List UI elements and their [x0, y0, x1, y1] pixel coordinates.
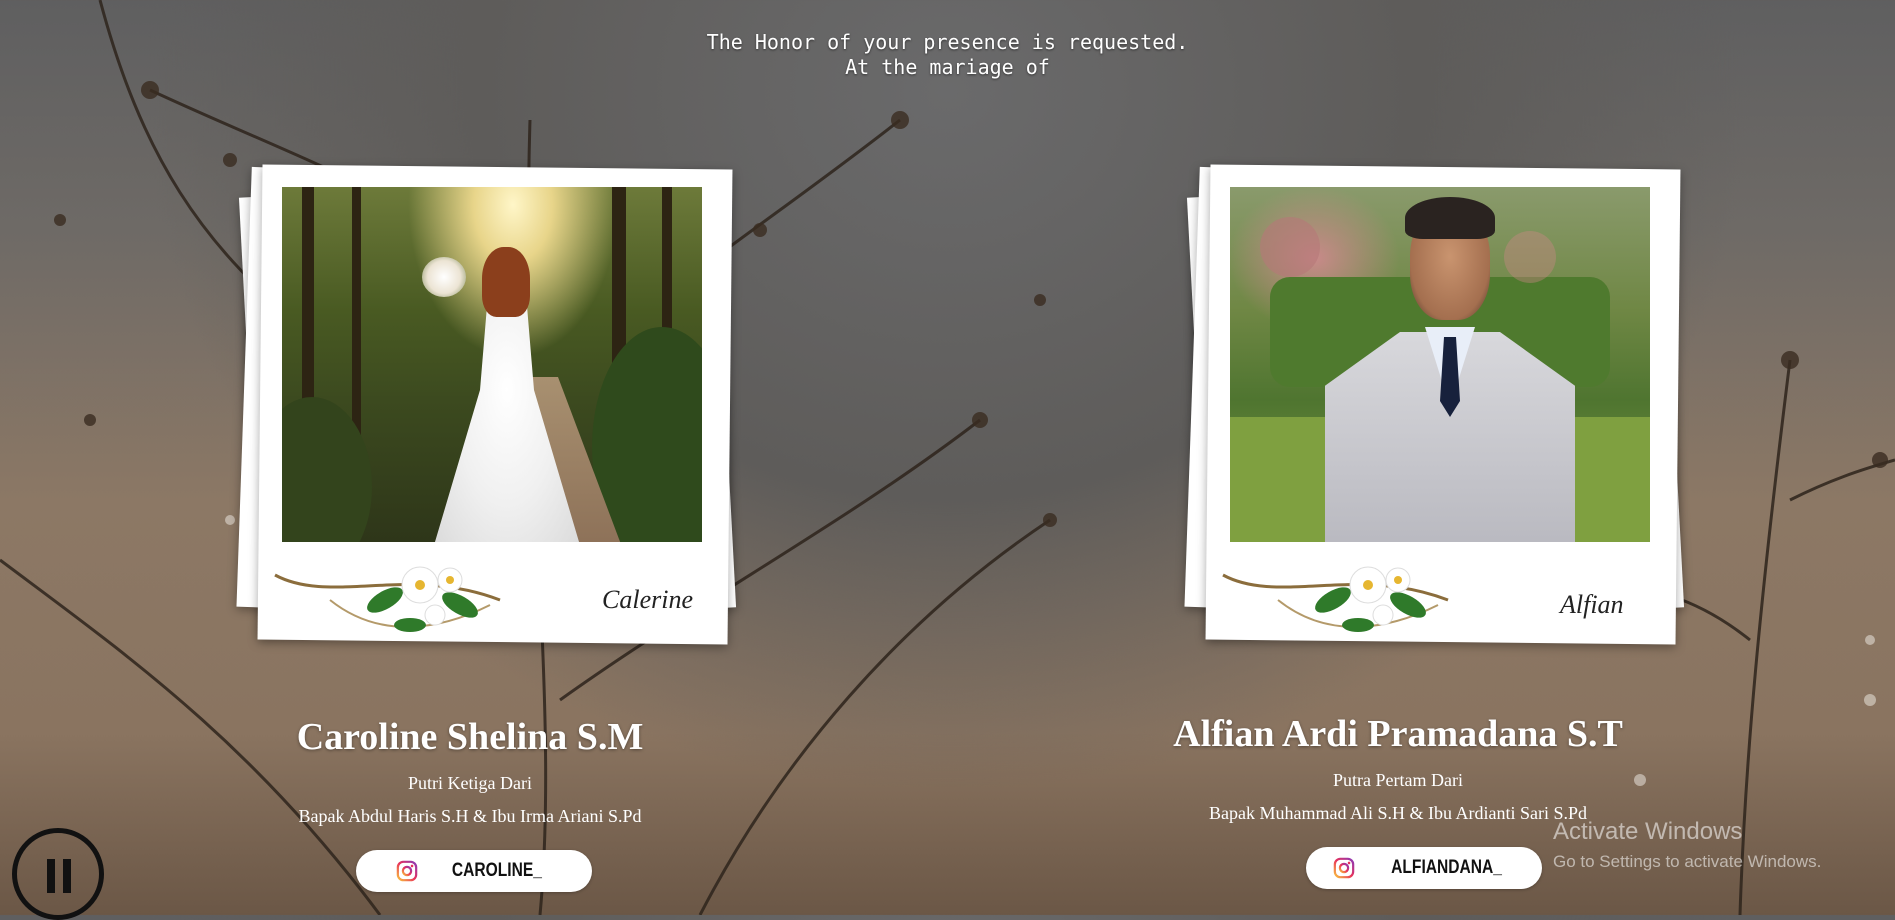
- bouquet: [422, 257, 466, 297]
- invitation-intro: The Honor of your presence is requested.…: [0, 30, 1895, 80]
- bride-parents: Bapak Abdul Haris S.H & Ibu Irma Ariani …: [298, 806, 642, 826]
- groom-photo: [1230, 187, 1650, 542]
- bride-photo: [282, 187, 702, 542]
- activate-windows-watermark: Activate Windows Go to Settings to activ…: [1553, 818, 1821, 872]
- groom-hair: [1405, 197, 1495, 239]
- music-pause-button[interactable]: [12, 828, 104, 920]
- floral-ornament: [1222, 566, 1449, 632]
- groom-instagram-button[interactable]: ALFIANDANA_: [1306, 847, 1542, 889]
- groom-name: Alfian Ardi Pramadana S.T: [1173, 713, 1623, 755]
- groom-polaroid: Alfian: [1178, 145, 1685, 665]
- instagram-icon: [396, 860, 418, 882]
- bride-hair: [482, 247, 530, 317]
- instagram-icon: [1334, 857, 1355, 879]
- pause-icon: [63, 859, 71, 893]
- bride-name: Caroline Shelina S.M: [296, 716, 644, 758]
- bride-instagram-button[interactable]: CAROLINE_: [356, 850, 592, 892]
- groom-signature: Alfian: [1560, 590, 1624, 619]
- watermark-title: Activate Windows: [1553, 818, 1743, 845]
- bride-signature: Calerine: [602, 585, 693, 614]
- intro-line-1: The Honor of your presence is requested.: [706, 30, 1189, 54]
- groom-relation: Putra Pertam Dari: [1333, 770, 1463, 790]
- bride-polaroid: Calerine: [230, 145, 737, 665]
- bride-info: Caroline Shelina S.M Putri Ketiga Dari B…: [230, 715, 710, 827]
- watermark-subtitle: Go to Settings to activate Windows.: [1553, 852, 1822, 871]
- floral-ornament: [274, 566, 501, 632]
- groom-instagram-handle: ALFIANDANA_: [1391, 857, 1503, 878]
- intro-line-2: At the mariage of: [845, 55, 1050, 79]
- groom-info: Alfian Ardi Pramadana S.T Putra Pertam D…: [1158, 712, 1638, 824]
- pause-icon: [47, 859, 55, 893]
- bride-card: Calerine Caroline Shelina S.M Putri Keti…: [230, 145, 750, 892]
- bride-instagram-handle: CAROLINE_: [451, 860, 543, 881]
- bride-relation: Putri Ketiga Dari: [408, 773, 532, 793]
- groom-card: Alfian Alfian Ardi Pramadana S.T Putra P…: [1173, 145, 1698, 889]
